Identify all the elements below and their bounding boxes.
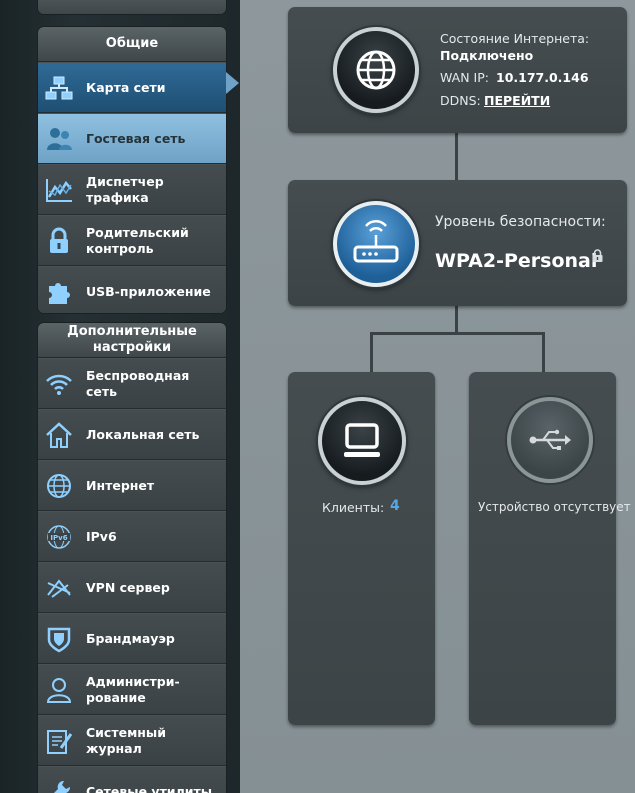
- active-item-pointer: [226, 72, 239, 94]
- security-level-label: Уровень безопасности:: [435, 214, 606, 230]
- menu-item-label: Брандмауэр: [86, 630, 175, 646]
- menu-item-administration[interactable]: Администри-рование: [38, 664, 226, 715]
- menu-item-ipv6[interactable]: IPv6 IPv6: [38, 511, 226, 562]
- network-map-icon: [45, 76, 73, 99]
- menu-group-title: Дополнительные настройки: [38, 323, 226, 358]
- previous-group-remnant: [38, 0, 226, 14]
- ddns-label: DDNS:: [440, 93, 481, 108]
- internet-status-label: Состояние Интернета:: [440, 31, 590, 46]
- connector-line: [455, 133, 458, 180]
- connector-line: [542, 332, 545, 372]
- menu-item-lan[interactable]: Локальная сеть: [38, 409, 226, 460]
- menu-item-label: Администри-рование: [86, 673, 180, 705]
- menu-item-label: Диспетчер трафика: [86, 173, 164, 205]
- router-button[interactable]: [333, 201, 419, 287]
- menu-item-label: USB-приложение: [86, 283, 211, 299]
- clients-label: Клиенты:: [322, 500, 385, 515]
- internet-card[interactable]: Состояние Интернета: Подключено WAN IP: …: [288, 7, 627, 133]
- wan-ip-value: 10.177.0.146: [496, 70, 589, 85]
- wan-ip-label: WAN IP:: [440, 70, 489, 85]
- guest-network-icon: [47, 127, 72, 150]
- menu-item-parental-control[interactable]: Родительский контроль: [38, 215, 226, 266]
- home-icon: [46, 421, 72, 448]
- computer-icon: [344, 423, 380, 457]
- menu-group-title: Общие: [38, 27, 226, 62]
- internet-globe-button[interactable]: [333, 27, 419, 113]
- log-icon: [47, 729, 73, 754]
- menu-item-label: Родительский контроль: [86, 224, 189, 256]
- padlock-icon: [592, 249, 603, 262]
- ddns-link[interactable]: ПЕРЕЙТИ: [484, 93, 550, 108]
- menu-item-label: Гостевая сеть: [86, 130, 186, 146]
- menu-item-label: Беспроводная сеть: [86, 367, 190, 399]
- router-icon: [353, 220, 399, 263]
- globe-icon: [356, 50, 396, 90]
- security-level-value: WPA2-Personal: [435, 250, 598, 272]
- connector-line: [455, 306, 458, 333]
- puzzle-icon: [49, 282, 70, 304]
- ipv6-globe-icon: IPv6: [47, 524, 71, 549]
- user-admin-icon: [46, 677, 72, 703]
- menu-item-internet[interactable]: Интернет: [38, 460, 226, 511]
- menu-item-label: Интернет: [86, 477, 155, 493]
- menu-item-network-map[interactable]: Карта сети: [38, 62, 226, 113]
- internet-status-value: Подключено: [440, 48, 534, 63]
- vpn-icon: [47, 578, 71, 598]
- connector-line: [370, 332, 373, 372]
- menu-item-system-log[interactable]: Системный журнал: [38, 715, 226, 766]
- menu-item-vpn[interactable]: VPN сервер: [38, 562, 226, 613]
- globe-icon: [47, 473, 71, 498]
- shield-icon: [47, 627, 71, 652]
- clients-button[interactable]: [318, 397, 406, 485]
- router-card[interactable]: Уровень безопасности: WPA2-Personal: [288, 180, 627, 306]
- usb-icon: [529, 429, 571, 450]
- svg-text:IPv6: IPv6: [50, 534, 67, 542]
- menu-item-traffic-manager[interactable]: Диспетчер трафика: [38, 164, 226, 215]
- menu-item-network-tools[interactable]: Сетевые утилиты: [38, 766, 226, 793]
- menu-item-wireless[interactable]: Беспроводная сеть: [38, 358, 226, 409]
- menu-item-label: Карта сети: [86, 79, 166, 95]
- lock-icon: [50, 227, 68, 253]
- usb-button[interactable]: [507, 397, 593, 483]
- usb-card[interactable]: Устройство отсутствует: [469, 372, 631, 725]
- wrench-icon: [53, 780, 71, 793]
- menu-group-general: Общие Карта сети Гостевая сеть Диспетчер…: [38, 27, 226, 313]
- menu-item-label: VPN сервер: [86, 579, 170, 595]
- network-map-panel: Состояние Интернета: Подключено WAN IP: …: [240, 0, 635, 793]
- menu-item-guest-network[interactable]: Гостевая сеть: [38, 113, 226, 164]
- menu-item-label: Системный журнал: [86, 724, 166, 756]
- connector-line: [370, 332, 545, 335]
- menu-group-advanced: Дополнительные настройки Беспроводная се…: [38, 323, 226, 793]
- menu-item-firewall[interactable]: Брандмауэр: [38, 613, 226, 664]
- usb-status: Устройство отсутствует: [478, 500, 631, 514]
- traffic-manager-icon: [46, 178, 72, 202]
- menu-item-label: IPv6: [86, 528, 117, 544]
- clients-count[interactable]: 4: [390, 498, 400, 514]
- clients-card[interactable]: Клиенты: 4: [288, 372, 435, 725]
- menu-item-label: Локальная сеть: [86, 426, 200, 442]
- menu-item-label: Сетевые утилиты: [86, 783, 213, 793]
- menu-item-usb-app[interactable]: USB-приложение: [38, 266, 226, 313]
- wifi-icon: [46, 374, 72, 395]
